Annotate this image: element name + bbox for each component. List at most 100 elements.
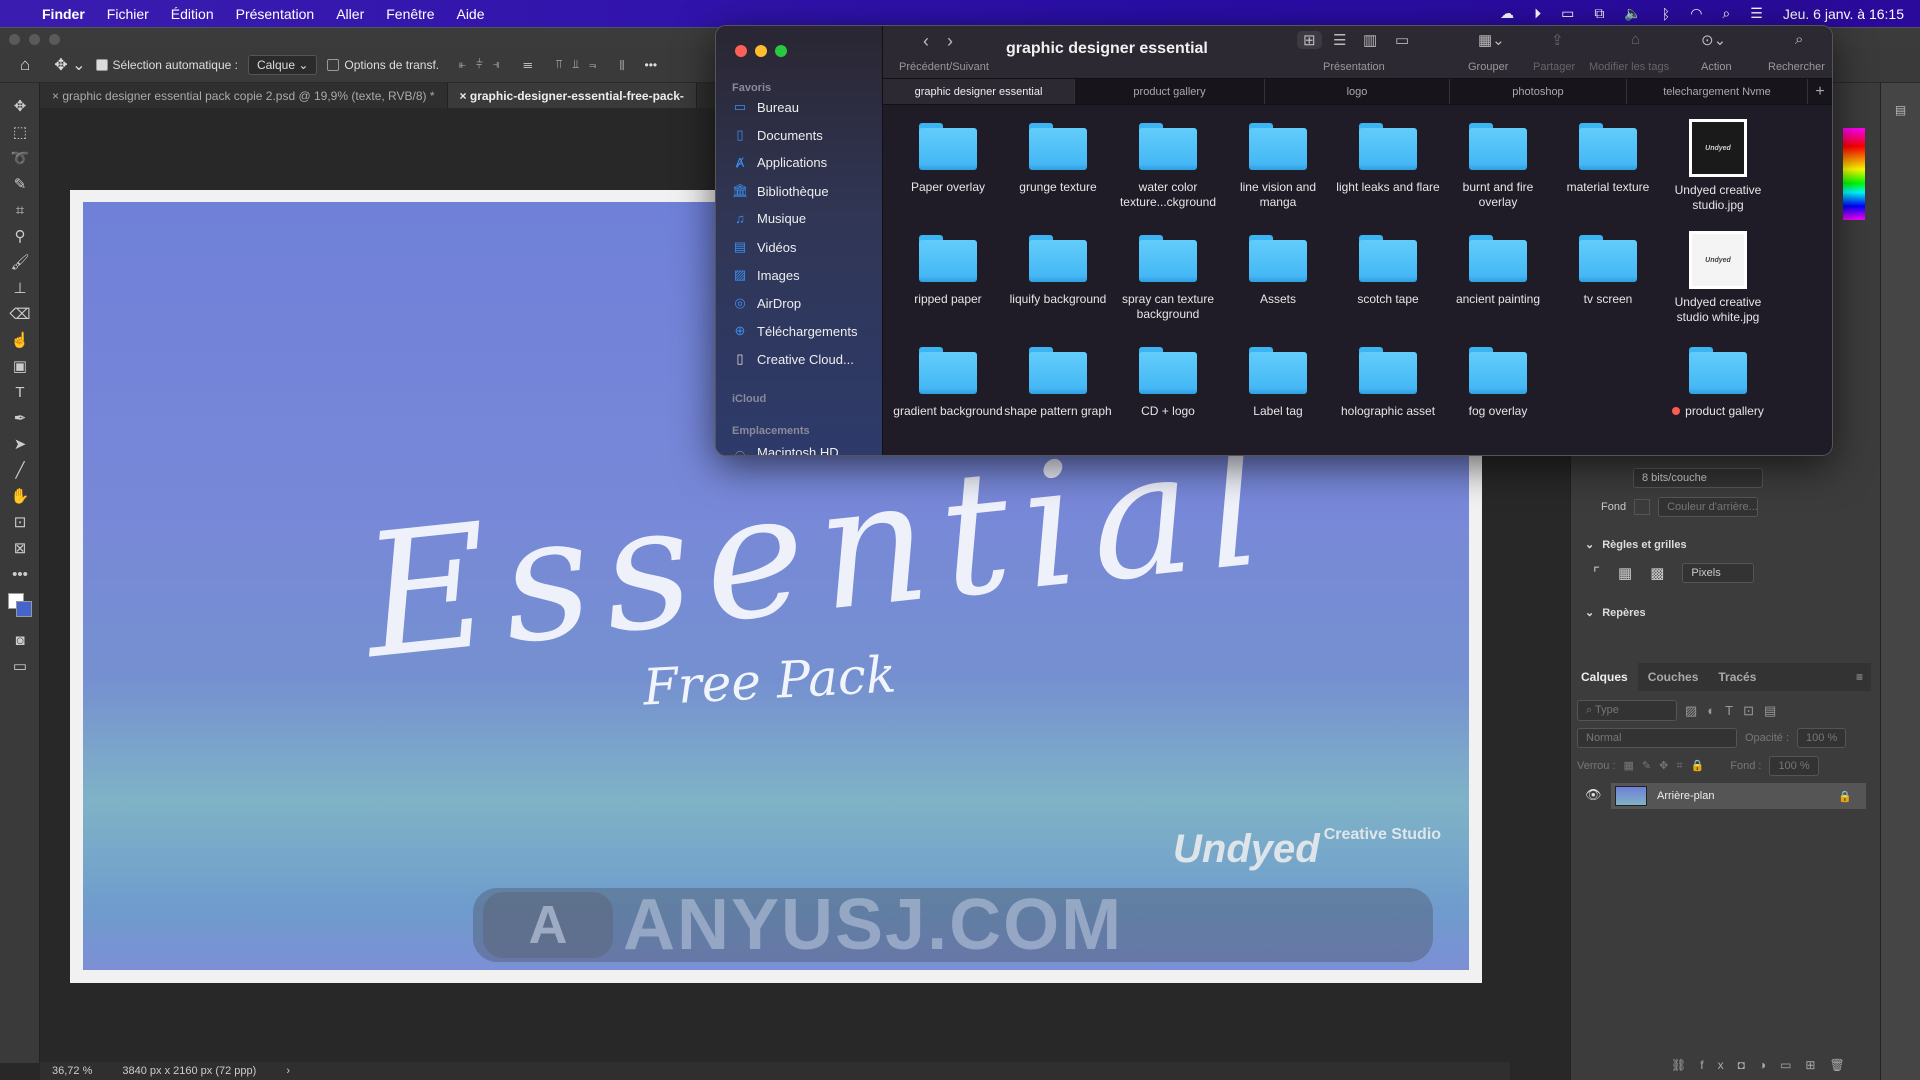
opacity-field[interactable]: 100 % — [1797, 728, 1847, 748]
transparency-grid-icon[interactable]: ▩ — [1650, 564, 1664, 582]
minimize-button[interactable] — [755, 45, 767, 57]
home-icon[interactable]: ⌂ — [20, 55, 30, 75]
share-button[interactable]: ⇪ — [1551, 31, 1564, 49]
filter-icons[interactable]: ▨◐T⊡▤ — [1685, 703, 1786, 719]
sidebar-item-documents[interactable]: ▯ Documents — [732, 127, 822, 143]
spotlight-icon[interactable]: ⌕ — [1722, 5, 1730, 22]
folder-item[interactable]: scotch tape — [1333, 231, 1443, 307]
lasso-tool-icon[interactable]: ➰ — [0, 145, 40, 171]
tab-logo[interactable]: logo — [1265, 79, 1450, 104]
group-button[interactable]: ▦⌄ — [1478, 31, 1505, 49]
layer-row[interactable]: Arrière-plan 🔒 — [1611, 783, 1866, 809]
tab-photoshop[interactable]: photoshop — [1450, 79, 1627, 104]
folder-item[interactable]: material texture — [1553, 119, 1663, 195]
doc-tab[interactable]: × graphic designer essential pack copie … — [40, 83, 448, 108]
units-dropdown[interactable]: Pixels — [1682, 563, 1755, 583]
path-select-tool-icon[interactable]: ➤ — [0, 431, 40, 457]
sidebar-item-téléchargements[interactable]: ⊕ Téléchargements — [732, 323, 858, 339]
folder-item[interactable]: Paper overlay — [893, 119, 1003, 195]
ruler-icon[interactable]: ⌜ — [1593, 564, 1600, 582]
folder-item[interactable]: grunge texture — [1003, 119, 1113, 195]
action-button[interactable]: ⊙⌄ — [1701, 31, 1726, 49]
new-tab-button[interactable]: + — [1808, 79, 1832, 104]
grid-icon[interactable]: ▦ — [1618, 564, 1632, 582]
folder-item[interactable]: liquify background — [1003, 231, 1113, 307]
zoom-button[interactable] — [775, 45, 787, 57]
folder-item[interactable]: gradient background — [893, 343, 1003, 419]
move-tool-icon[interactable]: ✥ ⌄ — [54, 55, 85, 75]
transform-controls-checkbox[interactable]: Options de transf. — [327, 58, 439, 72]
color-spectrum[interactable] — [1843, 128, 1865, 220]
play-icon[interactable]: ⏵ — [1534, 5, 1541, 22]
zoom-level[interactable]: 36,72 % — [52, 1065, 92, 1077]
sidebar-item-musique[interactable]: ♫ Musique — [732, 211, 806, 226]
forward-button[interactable]: › — [947, 31, 953, 52]
menu-app-finder[interactable]: Finder — [42, 6, 85, 22]
lock-icons[interactable]: ▦✎✥⌗🔒 — [1624, 759, 1713, 773]
smudge-tool-icon[interactable]: ☝ — [0, 327, 40, 353]
fill-field[interactable]: 100 % — [1769, 756, 1819, 776]
status-chevron-icon[interactable]: › — [286, 1065, 290, 1077]
menu-aide[interactable]: Aide — [456, 6, 484, 22]
sidebar-item-vidéos[interactable]: ▤ Vidéos — [732, 239, 797, 255]
folder-item[interactable]: CD + logo — [1113, 343, 1223, 419]
frame-tool-icon[interactable]: ⊠ — [0, 535, 40, 561]
quick-select-tool-icon[interactable]: ✎ — [0, 171, 40, 197]
layers-bottom-toolbar[interactable]: ⛓fx◘◑▭⊞🗑 — [1671, 1058, 1859, 1072]
menu-aller[interactable]: Aller — [336, 6, 364, 22]
screen-mode-icon[interactable]: ▭ — [0, 653, 40, 679]
pen-tool-icon[interactable]: ✒ — [0, 405, 40, 431]
folder-item[interactable]: Assets — [1223, 231, 1333, 307]
depth-dropdown[interactable]: 8 bits/couche — [1633, 468, 1763, 488]
menu-fenetre[interactable]: Fenêtre — [386, 6, 434, 22]
folder-item[interactable]: product gallery — [1663, 343, 1773, 419]
sidebar-item-applications[interactable]: Ⱥ Applications — [732, 155, 827, 170]
rulers-section-header[interactable]: ⌄ Règles et grilles — [1571, 538, 1871, 552]
eraser-tool-icon[interactable]: ⌫ — [0, 301, 40, 327]
doc-tab-active[interactable]: × graphic-designer-essential-free-pack- — [447, 83, 697, 108]
clock[interactable]: Jeu. 6 janv. à 16:15 — [1783, 6, 1904, 22]
control-center-icon[interactable]: ☰ — [1750, 5, 1763, 22]
file-item[interactable]: Undyed Undyed creative studio.jpg — [1663, 119, 1773, 213]
color-swatches[interactable] — [0, 587, 40, 627]
artboard-tool-icon[interactable]: ⊡ — [0, 509, 40, 535]
back-button[interactable]: ‹ — [923, 31, 929, 52]
visibility-eye-icon[interactable]: 👁 — [1585, 787, 1602, 803]
tab-product-gallery[interactable]: product gallery — [1075, 79, 1265, 104]
tab-couches[interactable]: Couches — [1638, 663, 1709, 691]
window-icon[interactable]: ▭ — [1561, 5, 1574, 22]
close-button[interactable] — [735, 45, 747, 57]
more-icon[interactable]: ••• — [645, 58, 658, 72]
align-icons[interactable]: ⫦⫩⫣ ☰ ⫪⫫⫬ ⦀ — [459, 57, 634, 72]
more-tools-icon[interactable]: ••• — [0, 561, 40, 587]
folder-item[interactable]: tv screen — [1553, 231, 1663, 307]
minimize-button[interactable] — [29, 34, 40, 45]
folder-item[interactable]: line vision and manga — [1223, 119, 1333, 210]
tab-calques[interactable]: Calques — [1571, 663, 1638, 691]
crop-tool-icon[interactable]: ⌗ — [0, 197, 40, 223]
folder-item[interactable]: light leaks and flare — [1333, 119, 1443, 195]
move-tool-icon[interactable]: ✥ — [0, 93, 40, 119]
file-item[interactable]: Undyed Undyed creative studio white.jpg — [1663, 231, 1773, 325]
icon-view-button[interactable]: ⊞ — [1297, 31, 1322, 49]
type-tool-icon[interactable]: T — [0, 379, 40, 405]
screen-mirroring-icon[interactable]: ⧉ — [1594, 5, 1604, 22]
auto-select-dropdown[interactable]: Calque ⌄ — [247, 54, 318, 75]
folder-item[interactable]: burnt and fire overlay — [1443, 119, 1553, 210]
gradient-tool-icon[interactable]: ▣ — [0, 353, 40, 379]
auto-select-checkbox[interactable]: Sélection automatique : — [95, 58, 238, 72]
bluetooth-icon[interactable]: ᛒ — [1662, 6, 1670, 22]
tab-telechargement-nvme[interactable]: telechargement Nvme — [1627, 79, 1808, 104]
fond-swatch[interactable] — [1634, 499, 1651, 515]
folder-item[interactable]: water color texture...ckground — [1113, 119, 1223, 210]
menu-edition[interactable]: Édition — [171, 6, 214, 22]
panel-menu-icon[interactable]: ≡ — [1848, 663, 1871, 691]
stamp-tool-icon[interactable]: ⊥ — [0, 275, 40, 301]
sidebar-item-bibliothèque[interactable]: 🏛 Bibliothèque — [732, 183, 829, 199]
blend-mode-dropdown[interactable]: Normal — [1577, 728, 1737, 748]
search-button[interactable]: ⌕ — [1795, 31, 1803, 48]
folder-item[interactable]: shape pattern graph — [1003, 343, 1113, 419]
eyedropper-tool-icon[interactable]: ⚲ — [0, 223, 40, 249]
menu-fichier[interactable]: Fichier — [107, 6, 149, 22]
creative-cloud-icon[interactable]: ☁ — [1500, 5, 1514, 22]
